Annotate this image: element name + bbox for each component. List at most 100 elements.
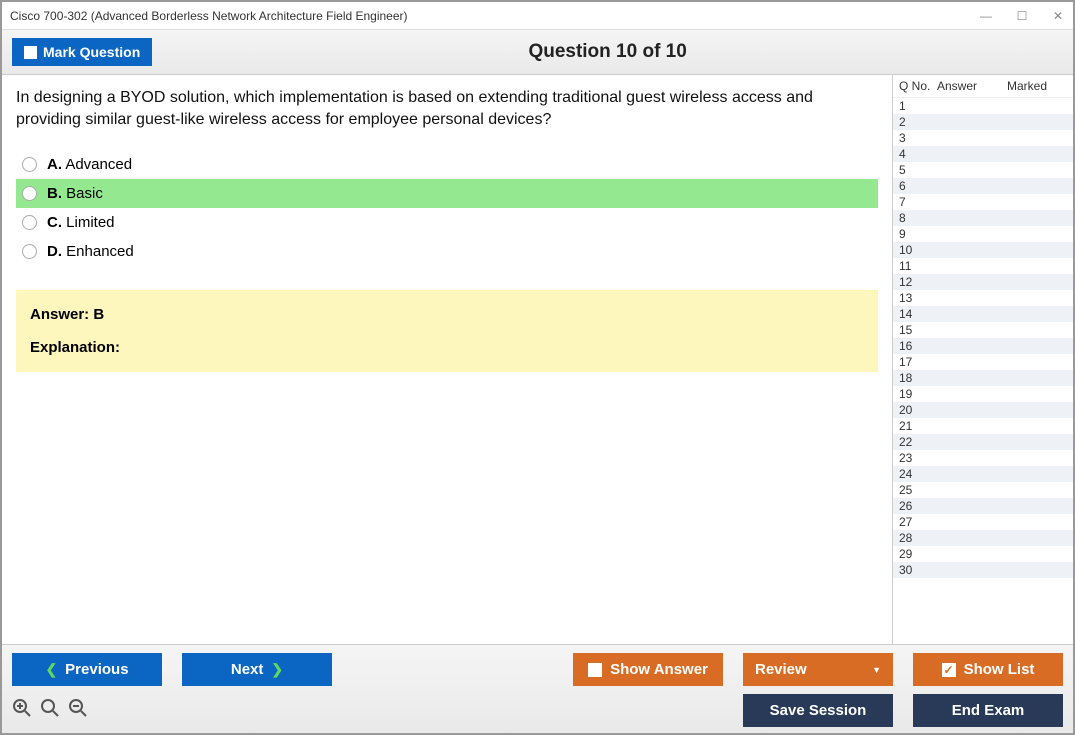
question-row[interactable]: 28 (893, 530, 1073, 546)
question-row[interactable]: 17 (893, 354, 1073, 370)
q-number: 11 (899, 259, 929, 273)
question-counter: Question 10 of 10 (152, 41, 1063, 63)
option-label: C. Limited (47, 214, 115, 231)
show-list-button[interactable]: ✓ Show List (913, 653, 1063, 686)
window-title: Cisco 700-302 (Advanced Borderless Netwo… (10, 9, 408, 23)
radio-icon (22, 244, 37, 259)
question-row[interactable]: 5 (893, 162, 1073, 178)
explanation-label: Explanation: (30, 339, 864, 356)
question-row[interactable]: 7 (893, 194, 1073, 210)
question-row[interactable]: 30 (893, 562, 1073, 578)
question-row[interactable]: 22 (893, 434, 1073, 450)
q-number: 7 (899, 195, 929, 209)
q-number: 21 (899, 419, 929, 433)
show-list-label: Show List (964, 661, 1035, 678)
maximize-icon[interactable]: ☐ (1015, 9, 1029, 23)
option-label: B. Basic (47, 185, 103, 202)
option-b[interactable]: B. Basic (16, 179, 878, 208)
minimize-icon[interactable]: — (979, 9, 993, 23)
question-row[interactable]: 19 (893, 386, 1073, 402)
mark-question-button[interactable]: Mark Question (12, 38, 152, 66)
q-number: 25 (899, 483, 929, 497)
q-number: 4 (899, 147, 929, 161)
mark-question-label: Mark Question (43, 44, 140, 60)
question-content: In designing a BYOD solution, which impl… (2, 75, 892, 644)
option-c[interactable]: C. Limited (16, 208, 878, 237)
question-row[interactable]: 6 (893, 178, 1073, 194)
next-button[interactable]: Next ❯ (182, 653, 332, 686)
question-row[interactable]: 27 (893, 514, 1073, 530)
zoom-reset-icon[interactable] (40, 698, 60, 724)
question-row[interactable]: 16 (893, 338, 1073, 354)
q-number: 30 (899, 563, 929, 577)
question-list[interactable]: 1234567891011121314151617181920212223242… (893, 98, 1073, 644)
checkbox-icon (588, 663, 602, 677)
question-row[interactable]: 20 (893, 402, 1073, 418)
review-dropdown[interactable]: Review ▼ (743, 653, 893, 686)
question-text: In designing a BYOD solution, which impl… (16, 87, 878, 130)
review-label: Review (755, 661, 807, 678)
header-qno: Q No. (899, 79, 937, 93)
q-number: 19 (899, 387, 929, 401)
question-row[interactable]: 4 (893, 146, 1073, 162)
window-controls: — ☐ ✕ (979, 9, 1065, 23)
q-number: 26 (899, 499, 929, 513)
q-number: 20 (899, 403, 929, 417)
q-number: 8 (899, 211, 929, 225)
q-number: 27 (899, 515, 929, 529)
question-row[interactable]: 1 (893, 98, 1073, 114)
save-session-button[interactable]: Save Session (743, 694, 893, 727)
question-row[interactable]: 18 (893, 370, 1073, 386)
answer-label: Answer: B (30, 306, 864, 323)
previous-button[interactable]: ❮ Previous (12, 653, 162, 686)
q-number: 24 (899, 467, 929, 481)
chevron-right-icon: ❯ (271, 661, 283, 678)
q-number: 13 (899, 291, 929, 305)
q-number: 23 (899, 451, 929, 465)
question-row[interactable]: 29 (893, 546, 1073, 562)
previous-label: Previous (65, 661, 128, 678)
triangle-down-icon: ▼ (872, 665, 881, 675)
q-number: 2 (899, 115, 929, 129)
option-d[interactable]: D. Enhanced (16, 237, 878, 266)
question-row[interactable]: 25 (893, 482, 1073, 498)
bottom-toolbar: ❮ Previous Next ❯ Show Answer Review ▼ ✓… (2, 644, 1073, 733)
question-row[interactable]: 26 (893, 498, 1073, 514)
question-row[interactable]: 8 (893, 210, 1073, 226)
end-exam-button[interactable]: End Exam (913, 694, 1063, 727)
zoom-in-icon[interactable] (12, 698, 32, 724)
q-number: 10 (899, 243, 929, 257)
close-icon[interactable]: ✕ (1051, 9, 1065, 23)
zoom-out-icon[interactable] (68, 698, 88, 724)
question-row[interactable]: 9 (893, 226, 1073, 242)
q-number: 28 (899, 531, 929, 545)
header-answer: Answer (937, 79, 1007, 93)
question-row[interactable]: 12 (893, 274, 1073, 290)
question-row[interactable]: 10 (893, 242, 1073, 258)
q-number: 3 (899, 131, 929, 145)
question-list-sidebar: Q No. Answer Marked 12345678910111213141… (892, 75, 1073, 644)
question-row[interactable]: 24 (893, 466, 1073, 482)
question-row[interactable]: 23 (893, 450, 1073, 466)
button-row-1: ❮ Previous Next ❯ Show Answer Review ▼ ✓… (12, 653, 1063, 686)
question-row[interactable]: 15 (893, 322, 1073, 338)
question-row[interactable]: 13 (893, 290, 1073, 306)
checkbox-icon (24, 46, 37, 59)
show-answer-label: Show Answer (610, 661, 708, 678)
question-row[interactable]: 2 (893, 114, 1073, 130)
main-area: In designing a BYOD solution, which impl… (2, 75, 1073, 644)
q-number: 12 (899, 275, 929, 289)
question-row[interactable]: 14 (893, 306, 1073, 322)
answer-explanation-box: Answer: B Explanation: (16, 290, 878, 372)
question-row[interactable]: 21 (893, 418, 1073, 434)
zoom-controls (12, 698, 88, 724)
save-session-label: Save Session (770, 702, 867, 719)
show-answer-button[interactable]: Show Answer (573, 653, 723, 686)
next-label: Next (231, 661, 264, 678)
question-row[interactable]: 11 (893, 258, 1073, 274)
q-number: 17 (899, 355, 929, 369)
toolbar: Mark Question Question 10 of 10 (2, 30, 1073, 75)
button-row-2: Save Session End Exam (12, 694, 1063, 727)
question-row[interactable]: 3 (893, 130, 1073, 146)
option-a[interactable]: A. Advanced (16, 150, 878, 179)
